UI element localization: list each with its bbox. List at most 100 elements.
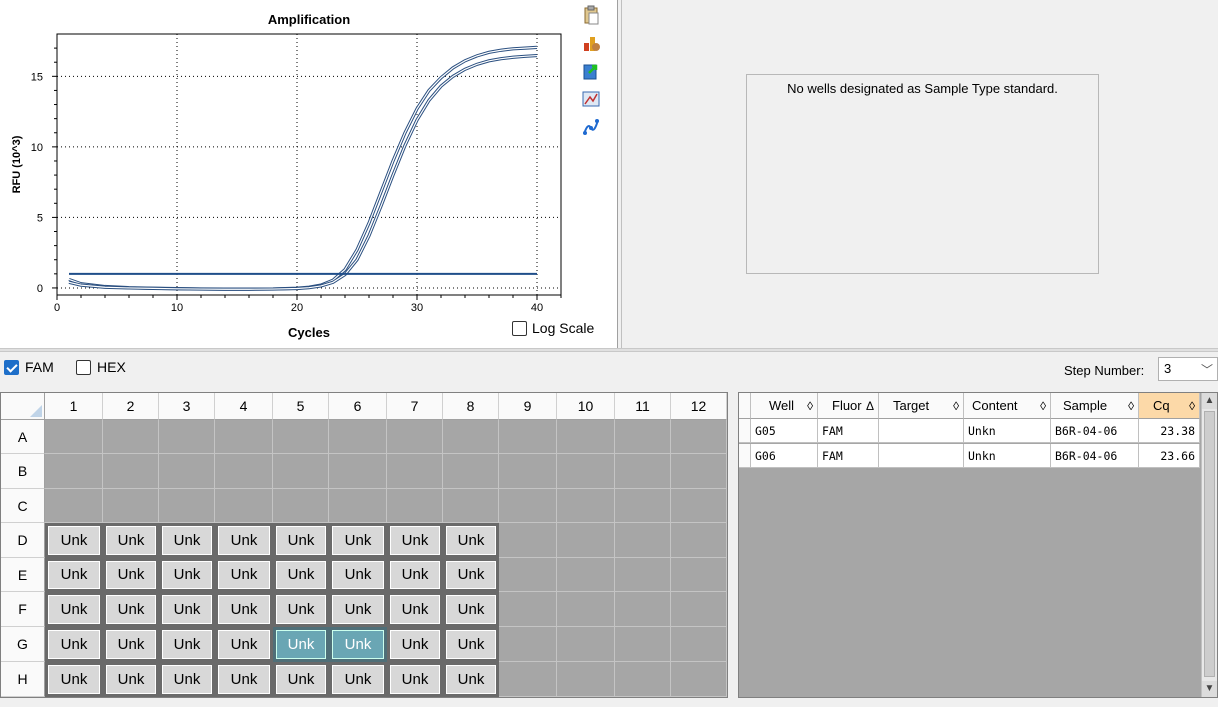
plate-well-h11[interactable] (615, 662, 671, 697)
export-icon[interactable] (580, 60, 602, 82)
plate-well-e12[interactable] (671, 558, 727, 592)
plate-column-header[interactable]: 5 (273, 393, 329, 420)
plate-well-c1[interactable] (45, 489, 103, 523)
plate-well-b8[interactable] (443, 454, 499, 489)
plate-well-f9[interactable] (499, 592, 557, 627)
sort-icon[interactable]: ◊ (807, 393, 813, 419)
table-cell[interactable]: B6R-04-06 (1051, 419, 1139, 443)
plate-well-d7[interactable]: Unk (387, 523, 443, 558)
plate-well-f2[interactable]: Unk (103, 592, 159, 627)
plate-well-f10[interactable] (557, 592, 615, 627)
plate-well-f6[interactable]: Unk (329, 592, 387, 627)
plate-well-b9[interactable] (499, 454, 557, 489)
log-scale-checkbox[interactable]: Log Scale (512, 320, 594, 336)
plate-row-header[interactable]: D (1, 523, 45, 558)
table-header-target[interactable]: Target ◊ (879, 393, 964, 419)
plate-well-g3[interactable]: Unk (159, 627, 215, 662)
plate-well-f3[interactable]: Unk (159, 592, 215, 627)
scroll-down-icon[interactable]: ▼ (1202, 681, 1217, 697)
plate-row-header[interactable]: H (1, 662, 45, 697)
plate-well-f1[interactable]: Unk (45, 592, 103, 627)
plate-column-header[interactable]: 10 (557, 393, 615, 420)
plate-well-h12[interactable] (671, 662, 727, 697)
plate-well-a5[interactable] (273, 420, 329, 454)
plate-well-b5[interactable] (273, 454, 329, 489)
plate-well-g2[interactable]: Unk (103, 627, 159, 662)
plate-well-e8[interactable]: Unk (443, 558, 499, 592)
plate-well-d10[interactable] (557, 523, 615, 558)
plate-well-c11[interactable] (615, 489, 671, 523)
plate-well-d11[interactable] (615, 523, 671, 558)
plate-well-h3[interactable]: Unk (159, 662, 215, 697)
plate-well-h5[interactable]: Unk (273, 662, 329, 697)
plate-well-h2[interactable]: Unk (103, 662, 159, 697)
plate-well-c10[interactable] (557, 489, 615, 523)
plate-well-b11[interactable] (615, 454, 671, 489)
plate-well-d2[interactable]: Unk (103, 523, 159, 558)
plate-well-b10[interactable] (557, 454, 615, 489)
plate-row-header[interactable]: E (1, 558, 45, 592)
scroll-thumb[interactable] (1204, 411, 1215, 677)
plate-well-g5[interactable]: Unk (273, 627, 329, 662)
sort-icon[interactable]: ◊ (1189, 393, 1195, 419)
fam-checkbox[interactable]: FAM (4, 359, 54, 375)
plate-well-g11[interactable] (615, 627, 671, 662)
plate-well-g9[interactable] (499, 627, 557, 662)
plate-column-header[interactable]: 3 (159, 393, 215, 420)
plate-well-d12[interactable] (671, 523, 727, 558)
plate-well-d4[interactable]: Unk (215, 523, 273, 558)
plate-well-c6[interactable] (329, 489, 387, 523)
plate-well-g8[interactable]: Unk (443, 627, 499, 662)
hex-checkbox[interactable]: HEX (76, 359, 126, 375)
table-cell[interactable]: 23.66 (1139, 444, 1200, 468)
plate-well-e6[interactable]: Unk (329, 558, 387, 592)
plate-column-header[interactable]: 7 (387, 393, 443, 420)
plate-column-header[interactable]: 6 (329, 393, 387, 420)
plate-well-f8[interactable]: Unk (443, 592, 499, 627)
plate-well-a10[interactable] (557, 420, 615, 454)
plate-well-g1[interactable]: Unk (45, 627, 103, 662)
plate-well-d8[interactable]: Unk (443, 523, 499, 558)
plate-well-e5[interactable]: Unk (273, 558, 329, 592)
table-cell[interactable]: G05 (751, 419, 818, 443)
sort-icon[interactable]: ◊ (1040, 393, 1046, 419)
plate-well-a11[interactable] (615, 420, 671, 454)
table-cell[interactable]: Unkn (964, 444, 1051, 468)
plate-well-d9[interactable] (499, 523, 557, 558)
plate-well-a8[interactable] (443, 420, 499, 454)
plate-well-h6[interactable]: Unk (329, 662, 387, 697)
table-row-selector[interactable] (739, 419, 751, 443)
plate-well-c12[interactable] (671, 489, 727, 523)
plate-well-b6[interactable] (329, 454, 387, 489)
hex-check-box[interactable] (76, 359, 91, 375)
curve-icon[interactable] (580, 116, 602, 138)
table-cell[interactable]: B6R-04-06 (1051, 444, 1139, 468)
fam-check-box[interactable] (4, 359, 19, 375)
plate-column-header[interactable]: 8 (443, 393, 499, 420)
plate-column-header[interactable]: 11 (615, 393, 671, 420)
plate-well-h1[interactable]: Unk (45, 662, 103, 697)
plate-well-g10[interactable] (557, 627, 615, 662)
plate-well-f5[interactable]: Unk (273, 592, 329, 627)
plate-well-b12[interactable] (671, 454, 727, 489)
plate-row-header[interactable]: B (1, 454, 45, 489)
table-header-cq[interactable]: Cq ◊ (1139, 393, 1200, 419)
plate-select-all[interactable] (1, 393, 45, 420)
clipboard-icon[interactable] (580, 4, 602, 26)
plate-well-e3[interactable]: Unk (159, 558, 215, 592)
table-cell[interactable]: G06 (751, 444, 818, 468)
table-cell[interactable]: FAM (818, 419, 879, 443)
plate-well-d5[interactable]: Unk (273, 523, 329, 558)
plate-well-c8[interactable] (443, 489, 499, 523)
plate-well-h10[interactable] (557, 662, 615, 697)
plate-column-header[interactable]: 1 (45, 393, 103, 420)
plate-column-header[interactable]: 12 (671, 393, 727, 420)
plate-well-e4[interactable]: Unk (215, 558, 273, 592)
plate-well-h4[interactable]: Unk (215, 662, 273, 697)
plate-row-header[interactable]: A (1, 420, 45, 454)
plate-well-b2[interactable] (103, 454, 159, 489)
sort-icon[interactable]: ◊ (1128, 393, 1134, 419)
log-scale-box[interactable] (512, 320, 527, 336)
horizontal-splitter[interactable] (0, 348, 1218, 352)
table-vertical-scrollbar[interactable]: ▲ ▼ (1201, 393, 1217, 697)
